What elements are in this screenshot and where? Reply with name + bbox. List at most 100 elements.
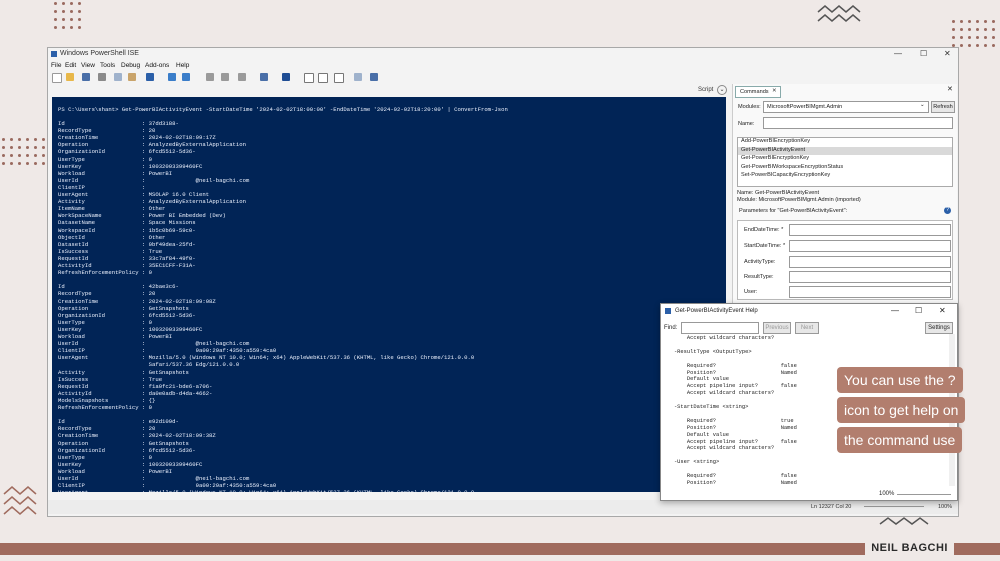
- console-prompt: PS C:\Users\shant> Get-PowerBIActivityEv…: [58, 106, 508, 113]
- script-label: Script: [698, 87, 714, 93]
- tab-commands[interactable]: Commands ✕: [735, 86, 781, 98]
- callout-line: You can use the ?: [837, 367, 963, 393]
- list-item[interactable]: Get-PowerBIWorkspaceEncryptionStatus: [738, 164, 952, 173]
- parameters-heading: Parameters for "Get-PowerBIActivityEvent…: [739, 208, 848, 214]
- stop-icon[interactable]: [238, 73, 246, 81]
- maximize-button[interactable]: ☐: [920, 49, 927, 58]
- decor-dots-topleft: [54, 2, 81, 29]
- help-zoom-slider[interactable]: [897, 494, 951, 495]
- chevron-down-icon[interactable]: ⌄: [717, 85, 727, 95]
- clear-console-icon[interactable]: [146, 73, 154, 81]
- close-pane-icon[interactable]: ✕: [947, 85, 953, 93]
- param-label: ResultType:: [744, 274, 774, 280]
- run-selection-icon[interactable]: [221, 73, 229, 81]
- help-minimize-button[interactable]: —: [891, 306, 899, 315]
- console-line: ModelsSnapshots : {}: [58, 396, 156, 404]
- selected-command-name: Name: Get-PowerBIActivityEvent: [737, 190, 820, 196]
- console-line: OrganizationId : 6fcd5512-5d36-: [58, 148, 196, 156]
- console-line: UserKey : 10032003399460FC: [58, 325, 203, 333]
- help-line: Position? Named: [661, 424, 797, 431]
- script-pane-bar: Script ⌄: [52, 84, 728, 96]
- console-line: IsSuccess : True: [58, 375, 163, 383]
- activity-type-input[interactable]: [789, 256, 951, 268]
- name-input[interactable]: [763, 117, 953, 129]
- list-item[interactable]: Get-PowerBIEncryptionKey: [738, 155, 952, 164]
- dropdown-arrow-icon: ⌄: [920, 102, 925, 108]
- help-line: Accept pipeline input? false: [661, 383, 797, 390]
- console-line: Operation : GetSnapshots: [58, 439, 189, 447]
- menu-addons[interactable]: Add-ons: [145, 62, 169, 69]
- end-date-time-input[interactable]: [789, 224, 951, 236]
- next-button[interactable]: Next: [795, 322, 819, 334]
- settings-button[interactable]: Settings: [925, 322, 953, 334]
- menu-debug[interactable]: Debug: [121, 62, 140, 69]
- console-line: ClientIP :: [58, 183, 146, 191]
- help-maximize-button[interactable]: ☐: [915, 306, 922, 315]
- menu-file[interactable]: File: [51, 62, 61, 69]
- app-icon: [51, 51, 57, 57]
- console-line: Workload : PowerBI: [58, 169, 173, 177]
- zoom-slider[interactable]: [864, 506, 924, 507]
- console-line: ClientIP : 9a00:29af:4350:a559:4ca0: [58, 347, 277, 355]
- help-line: -User <string>: [661, 459, 720, 466]
- decor-chevrons-topright: [817, 5, 861, 22]
- save-icon[interactable]: [82, 73, 90, 81]
- console-line: RefreshEnforcementPolicy : 0: [58, 269, 152, 277]
- author-label: NEIL BAGCHI: [865, 540, 954, 556]
- help-close-button[interactable]: ✕: [939, 306, 946, 315]
- layout-max-icon[interactable]: [334, 73, 344, 83]
- toolbar: [48, 70, 958, 85]
- help-line: Accept wildcard characters?: [661, 445, 775, 452]
- help-app-icon: [665, 308, 671, 314]
- previous-button[interactable]: Previous: [763, 322, 791, 334]
- menu-edit[interactable]: Edit: [65, 62, 76, 69]
- menu-view[interactable]: View: [81, 62, 95, 69]
- undo-icon[interactable]: [168, 73, 176, 81]
- help-icon[interactable]: ?: [944, 207, 951, 214]
- console-line: Workload : PowerBI: [58, 333, 173, 340]
- redo-icon[interactable]: [182, 73, 190, 81]
- menu-help[interactable]: Help: [176, 62, 189, 69]
- help-title-bar: Get-PowerBIActivityEvent Help — ☐ ✕: [661, 304, 957, 318]
- callout-line: icon to get help on: [837, 397, 966, 423]
- console-line: ActivityId : 35EC1CFF-F31A-: [58, 262, 196, 269]
- command-addon-icon[interactable]: [370, 73, 378, 81]
- close-button[interactable]: ✕: [944, 49, 951, 58]
- console-line: CreationTime : 2024-02-02T18:09:38Z: [58, 432, 216, 440]
- powershell-console-icon[interactable]: [282, 73, 290, 81]
- cursor-position: Ln 12327 Col 20: [811, 504, 852, 510]
- close-tab-icon[interactable]: ✕: [772, 88, 777, 94]
- menu-tools[interactable]: Tools: [100, 62, 115, 69]
- minimize-button[interactable]: —: [894, 49, 902, 58]
- list-item[interactable]: Add-PowerBIEncryptionKey: [738, 138, 952, 147]
- new-file-icon[interactable]: [52, 73, 62, 83]
- console-pane[interactable]: PS C:\Users\shant> Get-PowerBIActivityEv…: [52, 97, 726, 492]
- layout-right-icon[interactable]: [318, 73, 328, 83]
- find-input[interactable]: [681, 322, 759, 334]
- result-type-input[interactable]: [789, 271, 951, 283]
- help-line: Accept wildcard characters?: [661, 390, 775, 397]
- copy-icon[interactable]: [114, 73, 122, 81]
- open-folder-icon[interactable]: [66, 73, 74, 81]
- parameters-box: EndDateTime: * StartDateTime: * Activity…: [737, 220, 953, 300]
- list-item[interactable]: Get-PowerBIActivityEvent: [738, 146, 952, 156]
- show-commands-icon[interactable]: [354, 73, 362, 81]
- help-line: Position? Named: [661, 369, 797, 376]
- refresh-button[interactable]: Refresh: [931, 101, 955, 113]
- console-line: RecordType : 20: [58, 425, 156, 433]
- cut-icon[interactable]: [98, 73, 106, 81]
- list-item[interactable]: Set-PowerBICapacityEncryptionKey: [738, 172, 952, 181]
- help-line: Position? Named: [661, 479, 797, 486]
- user-input[interactable]: [789, 286, 951, 298]
- paste-icon[interactable]: [128, 73, 136, 81]
- console-line: Id : 42bae3c6-: [58, 283, 179, 291]
- param-label: ActivityType:: [744, 259, 776, 265]
- command-list[interactable]: Add-PowerBIEncryptionKey Get-PowerBIActi…: [737, 137, 953, 187]
- remote-tab-icon[interactable]: [260, 73, 268, 81]
- help-line: Accept wildcard characters?: [661, 335, 775, 341]
- run-icon[interactable]: [206, 73, 214, 81]
- modules-select[interactable]: MicrosoftPowerBIMgmt.Admin ⌄: [763, 101, 929, 113]
- layout-top-icon[interactable]: [304, 73, 314, 83]
- start-date-time-input[interactable]: [789, 240, 951, 252]
- console-line: RequestId : 33c7af84-49f0-: [58, 254, 196, 262]
